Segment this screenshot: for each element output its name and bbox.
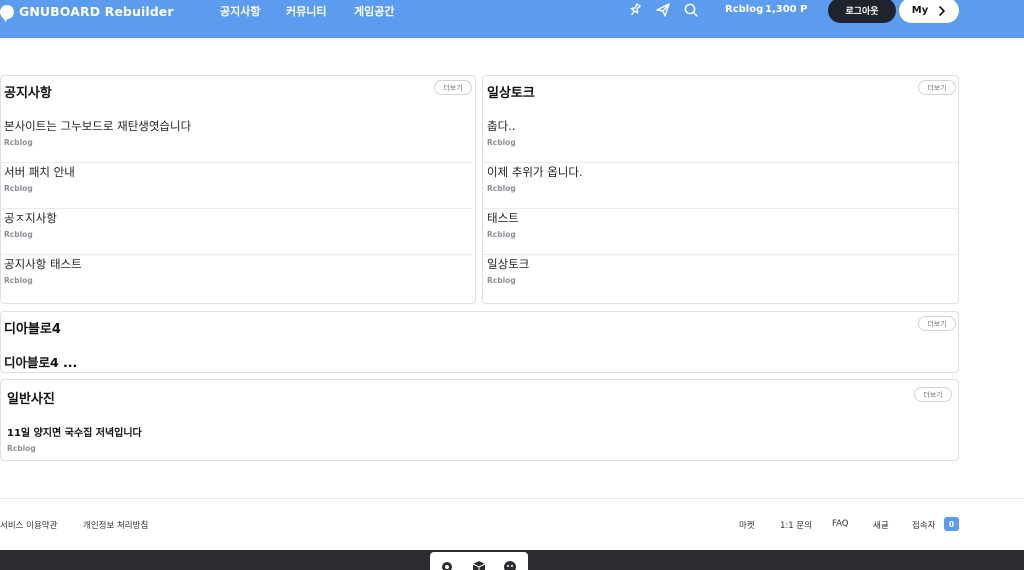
nav-notice[interactable]: 공지사항 [220,3,260,19]
board-diablo4: 디아블로4 더보기 디아블로4 ... [0,311,959,373]
user-points: 1,300 P [765,4,808,15]
footer-terms-link[interactable]: 서비스 이용약관 [0,519,57,531]
more-button[interactable]: 더보기 [918,80,956,95]
post-author: Rcblog [4,276,33,285]
board-title: 일상토크 [487,86,535,101]
site-logo[interactable]: GNUBOARD Rebuilder [0,4,174,22]
post-title[interactable]: 디아블로4 ... [4,352,77,371]
username[interactable]: Rcblog [725,4,763,15]
my-menu-button[interactable]: My [899,0,959,23]
footer-privacy-link[interactable]: 개인정보 처리방침 [83,519,148,531]
footer-divider [0,498,1024,499]
post-author: Rcblog [487,138,516,147]
post-title[interactable]: 태스트 [487,210,519,226]
more-button[interactable]: 더보기 [914,387,952,402]
pin-icon[interactable] [627,2,643,18]
list-item[interactable]: 춥다.. Rcblog [483,118,958,164]
post-author: Rcblog [487,230,516,239]
post-author: Rcblog [487,276,516,285]
footer-visitors-link[interactable]: 접속자 [912,519,935,531]
list-item[interactable]: 이제 추위가 옵니다. Rcblog [483,164,958,210]
send-icon[interactable] [655,2,671,18]
board-title: 디아블로4 [4,322,61,337]
list-item[interactable]: 11일 양지면 국수집 저녁입니다 Rcblog [1,424,958,470]
board-general-photo: 일반사진 더보기 11일 양지면 국수집 저녁입니다 Rcblog [0,379,959,461]
top-header: GNUBOARD Rebuilder 공지사항 커뮤니티 게임공간 Rcblog… [0,0,1024,38]
footer-faq-link[interactable]: FAQ [832,519,848,529]
post-title[interactable]: 공ㅈ지사항 [4,210,57,226]
post-title[interactable]: 공지사항 태스트 [4,256,82,272]
post-title[interactable]: 본사이트는 그누보드로 재탄생엿습니다 [4,118,191,134]
post-author: Rcblog [4,184,33,193]
my-label: My [911,5,929,16]
divider [483,254,958,255]
footer-inquiry-link[interactable]: 1:1 문의 [780,519,812,531]
footer-market-link[interactable]: 마켓 [739,519,755,531]
visitor-count-badge: 0 [944,517,959,531]
divider [483,208,958,209]
post-author: Rcblog [4,230,33,239]
footer-new-posts-link[interactable]: 새글 [873,519,889,531]
board-daily-talk: 일상토크 더보기 춥다.. Rcblog 이제 추위가 옵니다. Rcblog … [482,75,959,304]
post-title[interactable]: 일상토크 [487,256,529,272]
list-item[interactable]: 일상토크 Rcblog [483,256,958,302]
gear-icon[interactable] [440,560,454,570]
search-icon[interactable] [683,2,699,18]
divider [1,162,473,163]
post-author: Rcblog [7,444,36,453]
board-notice: 공지사항 더보기 본사이트는 그누보드로 재탄생엿습니다 Rcblog 서버 패… [0,75,476,304]
post-title[interactable]: 이제 추위가 옵니다. [487,164,583,180]
logout-label: 로그아웃 [845,7,879,17]
post-title[interactable]: 서버 패치 안내 [4,164,75,180]
more-button[interactable]: 더보기 [918,316,956,331]
chevron-right-icon [939,5,946,16]
nav-game-space[interactable]: 게임공간 [354,3,394,19]
list-item[interactable]: 서버 패치 안내 Rcblog [1,164,475,210]
post-author: Rcblog [487,184,516,193]
board-title: 공지사항 [4,86,52,101]
nav-community[interactable]: 커뮤니티 [286,3,326,19]
smile-icon[interactable] [503,560,517,570]
post-title[interactable]: 11일 양지면 국수집 저녁입니다 [7,424,142,439]
post-author: Rcblog [4,138,33,147]
more-button[interactable]: 더보기 [434,80,472,95]
post-title[interactable]: 춥다.. [487,118,515,134]
board-title: 일반사진 [7,392,55,407]
list-item[interactable]: 본사이트는 그누보드로 재탄생엿습니다 Rcblog [1,118,475,164]
logout-button[interactable]: 로그아웃 [828,0,896,23]
divider [483,162,958,163]
divider [1,254,473,255]
divider [1,208,473,209]
list-item[interactable]: 공지사항 태스트 Rcblog [1,256,475,302]
chat-bubble-icon [0,4,14,22]
logo-text: GNUBOARD Rebuilder [19,4,174,19]
box-icon[interactable] [472,560,486,570]
list-item[interactable]: 공ㅈ지사항 Rcblog [1,210,475,256]
list-item[interactable]: 태스트 Rcblog [483,210,958,256]
